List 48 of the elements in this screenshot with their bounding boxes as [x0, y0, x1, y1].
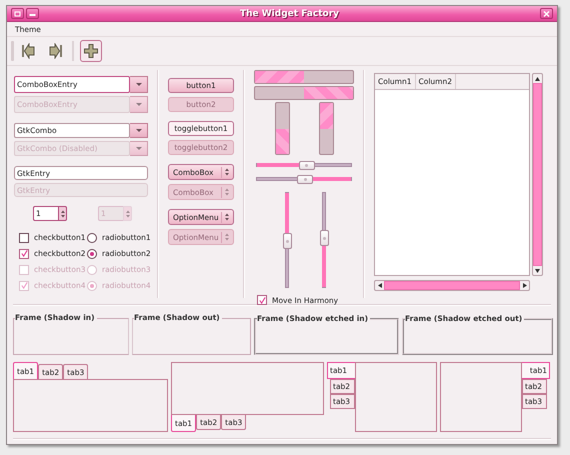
square-icon	[14, 10, 21, 16]
close-button[interactable]	[540, 8, 553, 19]
caret-icon	[134, 128, 142, 133]
window-title: The Widget Factory	[238, 8, 340, 18]
spin-arrows-button[interactable]	[58, 206, 67, 221]
slider-thumb[interactable]	[297, 175, 313, 184]
skip-forward-icon	[50, 43, 62, 59]
checkbox[interactable]	[19, 248, 29, 258]
check-icon	[20, 282, 28, 289]
horizontal-scrollbar[interactable]	[374, 280, 530, 291]
right-arrow-icon	[522, 283, 526, 288]
slider-thumb[interactable]	[320, 230, 329, 246]
toolbar-grip	[11, 41, 14, 61]
up-down-arrows-icon	[224, 213, 230, 221]
check-icon	[20, 250, 28, 257]
dropdown-button[interactable]	[130, 76, 148, 93]
caret-icon	[134, 82, 142, 87]
up-down-arrows-icon	[224, 233, 230, 241]
left-arrow-icon	[378, 283, 382, 288]
down-arrow-icon	[535, 268, 540, 272]
up-down-arrows-icon	[224, 168, 230, 176]
window-menu-button[interactable]	[11, 8, 24, 19]
vertical-scrollbar[interactable]	[532, 73, 543, 276]
plus-icon	[84, 44, 98, 58]
caret-icon	[134, 146, 142, 151]
slider-track[interactable]	[322, 192, 326, 288]
dropdown-button[interactable]	[130, 96, 148, 113]
checkbox[interactable]	[257, 295, 267, 305]
radio-button[interactable]	[87, 232, 97, 242]
slider-thumb[interactable]	[283, 233, 292, 249]
up-down-arrows-icon	[224, 188, 230, 196]
close-icon	[543, 10, 550, 16]
up-down-arrows-icon	[60, 210, 66, 218]
slider-track[interactable]	[256, 163, 352, 167]
dropdown-button[interactable]	[130, 123, 148, 138]
slider-thumb[interactable]	[298, 161, 315, 170]
caret-icon	[134, 102, 142, 107]
up-down-arrows-icon	[124, 210, 130, 218]
dropdown-button[interactable]	[130, 141, 148, 156]
up-arrow-icon	[535, 76, 540, 80]
slider-track[interactable]	[285, 192, 290, 288]
minimize-button[interactable]	[26, 8, 39, 19]
radio-button[interactable]	[87, 248, 97, 258]
checkbox[interactable]	[19, 232, 29, 242]
toolbar-button[interactable]	[80, 40, 102, 62]
skip-back-icon	[22, 43, 34, 59]
slider-track[interactable]	[256, 177, 352, 181]
check-icon	[258, 296, 266, 304]
